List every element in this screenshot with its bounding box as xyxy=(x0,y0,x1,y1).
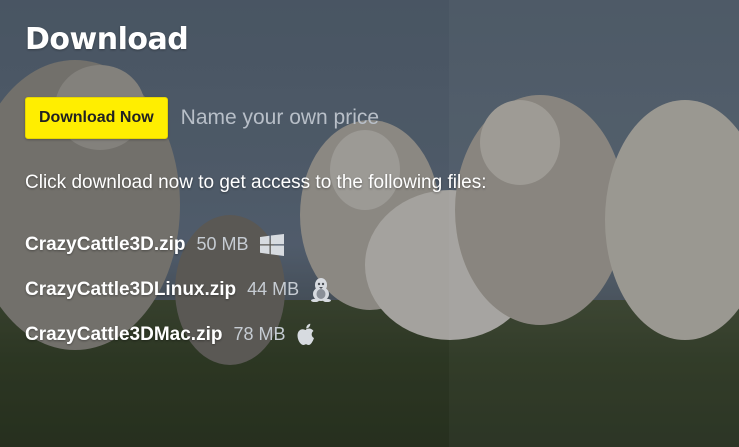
file-row-windows: CrazyCattle3D.zip 50 MB xyxy=(25,222,332,267)
file-size: 78 MB xyxy=(233,324,286,344)
file-name[interactable]: CrazyCattle3DLinux.zip xyxy=(25,279,236,301)
intro-text: Click download now to get access to the … xyxy=(25,172,487,193)
file-row-mac: CrazyCattle3DMac.zip 78 MB xyxy=(25,312,332,357)
download-panel: Download Download Now Name your own pric… xyxy=(0,0,739,447)
apple-icon xyxy=(296,323,316,347)
file-size: 44 MB xyxy=(247,279,300,299)
file-name[interactable]: CrazyCattle3DMac.zip xyxy=(25,324,222,346)
purchase-row: Download Now Name your own price xyxy=(25,97,379,139)
file-name[interactable]: CrazyCattle3D.zip xyxy=(25,234,186,256)
file-size: 50 MB xyxy=(196,234,249,254)
name-your-price-link[interactable]: Name your own price xyxy=(181,106,379,130)
file-list: CrazyCattle3D.zip 50 MB CrazyCattle3DLin… xyxy=(25,222,332,357)
download-now-button[interactable]: Download Now xyxy=(25,97,168,139)
windows-icon xyxy=(259,233,284,256)
linux-icon xyxy=(310,277,332,302)
file-row-linux: CrazyCattle3DLinux.zip 44 MB xyxy=(25,267,332,312)
page-title: Download xyxy=(25,22,189,57)
